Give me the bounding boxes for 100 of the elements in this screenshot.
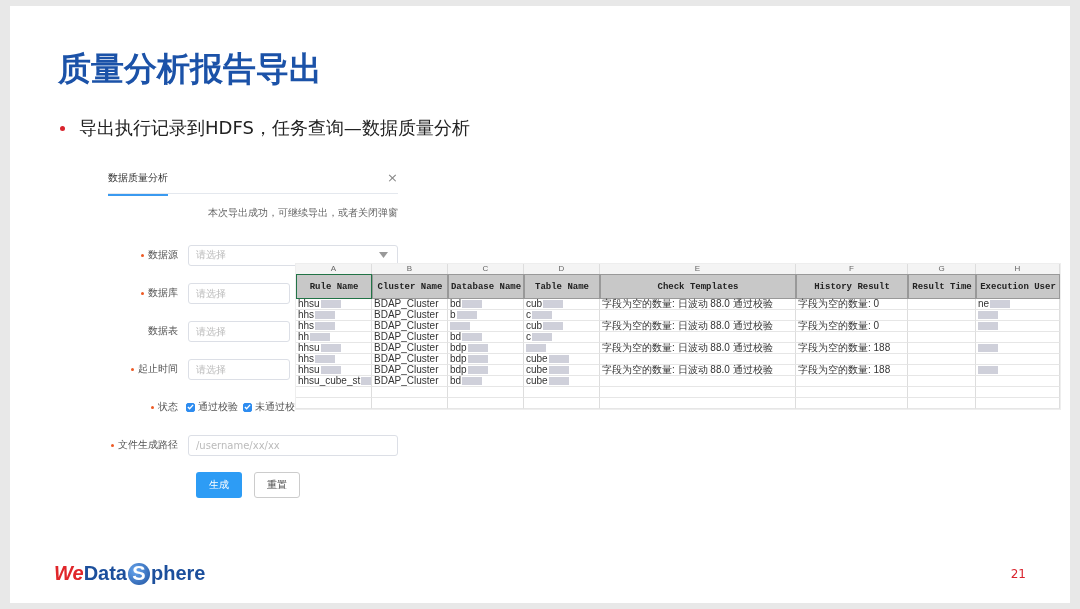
cell-text: hhs bbox=[298, 310, 315, 320]
input-field[interactable]: 请选择 bbox=[188, 358, 290, 380]
cell-text: b bbox=[450, 310, 456, 320]
cell-text: BDAP_Cluster bbox=[374, 299, 439, 309]
checkbox[interactable] bbox=[186, 402, 195, 412]
cell-text: BDAP_Cluster bbox=[374, 376, 439, 386]
blurred-block bbox=[548, 377, 569, 385]
column-letter: C bbox=[448, 264, 524, 274]
column-header: Result Time bbox=[908, 274, 976, 299]
column-letter: E bbox=[600, 264, 796, 274]
cell-text: hhsu bbox=[298, 299, 320, 309]
cell-text: hhs bbox=[298, 321, 315, 331]
blurred-block bbox=[467, 355, 488, 363]
page-number: 21 bbox=[1010, 566, 1026, 581]
blurred-block bbox=[456, 311, 477, 319]
blurred-block bbox=[361, 377, 371, 385]
bullet-icon bbox=[60, 125, 65, 131]
cell-text: hhsu_cube_st bbox=[298, 376, 361, 386]
column-letter: D bbox=[524, 264, 600, 274]
blurred-block bbox=[532, 311, 552, 319]
table-cell bbox=[908, 398, 976, 409]
column-letter: F bbox=[796, 264, 908, 274]
table-cell bbox=[908, 387, 976, 398]
blurred-block bbox=[990, 300, 1011, 308]
cell-text: 字段为空的数量: 日波动 88.0 通过校验 bbox=[602, 365, 773, 375]
field-label: 数据库 bbox=[141, 286, 178, 300]
blurred-block bbox=[320, 300, 341, 308]
cell-text: bd bbox=[450, 332, 462, 342]
input-field[interactable]: 请选择 bbox=[188, 320, 290, 342]
cell-text: cube bbox=[526, 354, 548, 364]
cell-text: hhsu bbox=[298, 343, 320, 353]
cell-text: bdp bbox=[450, 365, 467, 375]
column-letter: H bbox=[976, 264, 1060, 274]
cell-text: BDAP_Cluster bbox=[374, 365, 439, 375]
blurred-block bbox=[543, 322, 564, 330]
reset-button[interactable]: 重置 bbox=[254, 472, 300, 498]
cell-text: 字段为空的数量: 日波动 88.0 通过校验 bbox=[602, 343, 773, 353]
blurred-block bbox=[543, 300, 564, 308]
field-label: 数据表 bbox=[148, 324, 178, 338]
blurred-block bbox=[467, 366, 488, 374]
cell-text: bd bbox=[450, 376, 462, 386]
cell-text: 字段为空的数量: 0 bbox=[798, 321, 880, 331]
column-header: Database Name bbox=[448, 274, 524, 299]
input-field[interactable]: /username/xx/xx bbox=[188, 434, 398, 456]
blurred-block bbox=[978, 344, 998, 352]
cell-text: cube bbox=[526, 376, 548, 386]
blurred-block bbox=[532, 333, 552, 341]
close-icon[interactable]: × bbox=[387, 170, 398, 185]
blurred-block bbox=[462, 333, 483, 341]
cell-text: bd bbox=[450, 299, 462, 309]
field-label: 文件生成路径 bbox=[111, 438, 178, 452]
cell-text: hhsu bbox=[298, 365, 320, 375]
cell-text: ne bbox=[978, 299, 990, 309]
dialog-tab[interactable]: 数据质量分析 bbox=[108, 170, 168, 196]
column-header: Check Templates bbox=[600, 274, 796, 299]
blurred-block bbox=[467, 344, 488, 352]
checkbox-label[interactable]: 通过校验 bbox=[198, 400, 238, 414]
checkbox[interactable] bbox=[243, 402, 252, 412]
blurred-block bbox=[310, 333, 331, 341]
cell-text: c bbox=[526, 332, 531, 342]
caret-icon bbox=[379, 252, 388, 258]
cell-text: 字段为空的数量: 188 bbox=[798, 343, 891, 353]
cell-text: hh bbox=[298, 332, 310, 342]
column-header: Table Name bbox=[524, 274, 600, 299]
blurred-block bbox=[315, 311, 336, 319]
column-header: Cluster Name bbox=[372, 274, 448, 299]
logo-text: phere bbox=[151, 562, 206, 585]
cell-text: BDAP_Cluster bbox=[374, 321, 439, 331]
field-label: 状态 bbox=[151, 400, 178, 414]
input-field[interactable]: 请选择 bbox=[188, 282, 290, 304]
notice-text: 本次导出成功，可继续导出，或者关闭弹窗 bbox=[207, 206, 398, 220]
logo-text: We bbox=[54, 562, 84, 585]
bullet-text: 导出执行记录到HDFS，任务查询—数据质量分析 bbox=[79, 116, 470, 140]
blurred-block bbox=[462, 300, 483, 308]
blurred-block bbox=[548, 355, 569, 363]
cell-text: 字段为空的数量: 日波动 88.0 通过校验 bbox=[602, 299, 773, 309]
column-letter: A bbox=[296, 264, 372, 274]
field-label: 数据源 bbox=[141, 248, 178, 262]
cell-text: 字段为空的数量: 0 bbox=[798, 299, 880, 309]
checkbox-label[interactable]: 未通过校 bbox=[255, 400, 295, 414]
blurred-block bbox=[978, 311, 998, 319]
blurred-block bbox=[315, 322, 336, 330]
cell-text: 字段为空的数量: 日波动 88.0 通过校验 bbox=[602, 321, 773, 331]
column-header: History Result bbox=[796, 274, 908, 299]
column-letter: G bbox=[908, 264, 976, 274]
column-letter: B bbox=[372, 264, 448, 274]
cell-text: c bbox=[526, 310, 531, 320]
cell-text: 字段为空的数量: 188 bbox=[798, 365, 891, 375]
blurred-block bbox=[526, 344, 546, 352]
logo-text: Data bbox=[83, 562, 127, 585]
blurred-block bbox=[978, 366, 998, 374]
cell-text: cub bbox=[526, 321, 543, 331]
blurred-block bbox=[548, 366, 569, 374]
cell-text: BDAP_Cluster bbox=[374, 343, 439, 353]
logo-mark: S bbox=[128, 562, 150, 585]
blurred-block bbox=[462, 377, 483, 385]
cell-text: hhs bbox=[298, 354, 315, 364]
blurred-block bbox=[320, 366, 341, 374]
slide-title: 质量分析报告导出 bbox=[58, 48, 323, 90]
cell-text: BDAP_Cluster bbox=[374, 354, 439, 364]
